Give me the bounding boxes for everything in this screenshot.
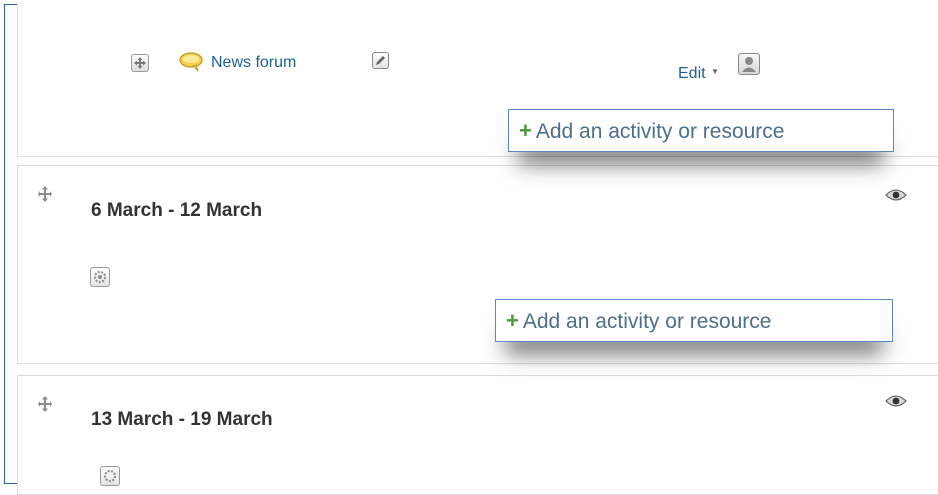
plus-icon: + bbox=[519, 118, 532, 143]
forum-icon bbox=[179, 52, 203, 72]
add-activity-label: Add an activity or resource bbox=[522, 310, 772, 333]
add-activity-button[interactable]: + Add an activity or resource bbox=[508, 109, 894, 152]
section-title: 13 March - 19 March bbox=[91, 409, 273, 430]
move-icon[interactable] bbox=[38, 396, 52, 412]
assign-roles-icon[interactable] bbox=[738, 53, 760, 75]
eye-icon[interactable] bbox=[885, 394, 907, 408]
section-week-2: 13 March - 19 March bbox=[17, 375, 938, 495]
move-icon[interactable] bbox=[131, 54, 149, 72]
settings-gear-icon[interactable] bbox=[90, 267, 110, 287]
edit-menu-link[interactable]: Edit bbox=[678, 65, 706, 83]
chevron-down-icon[interactable]: ▼ bbox=[711, 67, 719, 76]
news-forum-link[interactable]: News forum bbox=[211, 54, 296, 72]
plus-icon: + bbox=[506, 308, 519, 333]
move-icon[interactable] bbox=[38, 186, 52, 202]
section-title: 6 March - 12 March bbox=[91, 200, 263, 221]
add-activity-label: Add an activity or resource bbox=[535, 120, 785, 143]
course-page-frame: News forum Edit ▼ 6 March - 12 March 13 … bbox=[4, 3, 938, 495]
settings-gear-icon[interactable] bbox=[100, 466, 120, 486]
add-activity-button[interactable]: + Add an activity or resource bbox=[495, 299, 893, 342]
eye-icon[interactable] bbox=[885, 188, 907, 202]
edit-title-icon[interactable] bbox=[372, 52, 389, 69]
